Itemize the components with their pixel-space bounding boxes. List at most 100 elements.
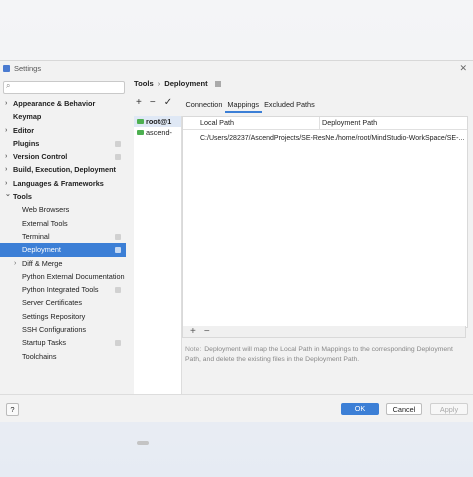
server-toolbar: + − ✓ <box>136 97 172 108</box>
tab-mappings[interactable]: Mappings <box>224 99 262 113</box>
server-icon <box>137 130 144 135</box>
help-button[interactable]: ? <box>6 403 19 416</box>
app-logo-icon <box>3 64 10 72</box>
project-scope-icon <box>115 247 121 254</box>
sidebar-item-label: Appearance & Behavior <box>13 99 96 108</box>
local-path-cell[interactable]: C:/Users/28237/AscendProjects/SE-ResNe..… <box>183 132 336 145</box>
sidebar-item-label: Languages & Frameworks <box>13 178 104 188</box>
sidebar-item-settings-repository[interactable]: Settings Repository <box>0 310 126 323</box>
sidebar-item-label: External Tools <box>22 218 68 228</box>
sidebar-item-server-certificates[interactable]: Server Certificates <box>0 296 126 309</box>
sidebar-item-label: Terminal <box>22 231 50 241</box>
note-label: Note: <box>185 346 202 353</box>
sidebar-item-label: Web Browsers <box>22 205 70 215</box>
search-input[interactable]: ⌕ <box>3 81 125 94</box>
project-scope-icon <box>214 80 221 87</box>
settings-tree: › Appearance & Behavior Keymap › Editor Plugi… <box>0 97 126 363</box>
sidebar-item-label: Diff & Merge <box>22 258 63 268</box>
deployment-path-cell[interactable]: /home/root/MindStudio-WorkSpace/SE-... <box>336 132 464 145</box>
mappings-toolbar: + − <box>182 326 466 338</box>
window-title: Settings <box>14 63 42 73</box>
mappings-table: Local Path Deployment Path C:/Users/2823… <box>182 116 468 328</box>
sidebar-item-label: Startup Tasks <box>22 338 67 348</box>
sidebar-item-label: Python External Documentation <box>22 271 125 281</box>
sidebar-item-terminal[interactable]: Terminal <box>0 230 126 243</box>
sidebar-item-label: Version Control <box>13 152 68 162</box>
server-icon <box>137 119 144 124</box>
chevron-right-icon[interactable]: › <box>5 124 7 137</box>
sidebar-item-web-browsers[interactable]: Web Browsers <box>0 203 126 216</box>
note-text: Deployment will map the Local Path in Ma… <box>185 346 453 363</box>
chevron-right-icon[interactable]: › <box>14 257 16 270</box>
title-bar: Settings ✕ <box>0 61 473 75</box>
deployment-path-header[interactable]: Deployment Path <box>320 117 377 129</box>
project-scope-icon <box>115 140 121 147</box>
sidebar-item-external-tools[interactable]: External Tools <box>0 217 126 230</box>
sidebar-item-label: SSH Configurations <box>22 325 87 335</box>
table-row[interactable]: C:/Users/28237/AscendProjects/SE-ResNe..… <box>183 132 467 145</box>
apply-button[interactable]: Apply <box>430 403 468 415</box>
sidebar-item-deployment[interactable]: Deployment <box>0 243 126 257</box>
deployment-tabs: Connection Mappings Excluded Paths <box>183 99 317 113</box>
sidebar-item-plugins[interactable]: Plugins <box>0 137 126 150</box>
deployment-panel: Tools › Deployment + − ✓ Connection Mapp… <box>131 75 473 445</box>
tab-connection[interactable]: Connection <box>183 99 225 111</box>
sidebar-item-appearance-behavior[interactable]: › Appearance & Behavior <box>0 97 126 110</box>
tab-excluded-paths[interactable]: Excluded Paths <box>262 99 318 111</box>
local-path-header[interactable]: Local Path <box>183 117 320 129</box>
sidebar-item-label: Editor <box>13 125 35 135</box>
cancel-button[interactable]: Cancel <box>386 403 422 415</box>
sidebar-item-python-integrated-tools[interactable]: Python Integrated Tools <box>0 283 126 296</box>
server-name: ascend- <box>146 128 172 137</box>
sidebar-item-label: Deployment <box>22 245 61 255</box>
server-list: root@1 ascend- <box>134 116 182 445</box>
chevron-right-icon[interactable]: › <box>5 97 7 110</box>
sidebar-item-build-execution-deployment[interactable]: › Build, Execution, Deployment <box>0 163 126 176</box>
add-mapping-button[interactable]: + <box>190 326 196 337</box>
remove-server-button[interactable]: − <box>150 97 156 108</box>
set-default-button[interactable]: ✓ <box>164 97 172 108</box>
table-header: Local Path Deployment Path <box>183 117 467 130</box>
dialog-footer: ? OK Cancel Apply <box>0 394 473 422</box>
sidebar-item-label: Plugins <box>13 138 40 148</box>
sidebar-item-diff-merge[interactable]: › Diff & Merge <box>0 257 126 270</box>
breadcrumb: Tools › Deployment <box>134 79 221 88</box>
sidebar-item-label: Python Integrated Tools <box>22 285 99 295</box>
breadcrumb-root[interactable]: Tools <box>134 79 154 88</box>
project-scope-icon <box>115 154 121 161</box>
remove-mapping-button[interactable]: − <box>204 326 210 337</box>
sidebar-item-languages-frameworks[interactable]: › Languages & Frameworks <box>0 177 126 190</box>
ok-button[interactable]: OK <box>341 403 379 415</box>
sidebar-item-label: Toolchains <box>22 351 57 361</box>
sidebar-item-python-external-documentation[interactable]: Python External Documentation <box>0 270 126 283</box>
sidebar-item-label: Tools <box>13 192 32 202</box>
sidebar-item-startup-tasks[interactable]: Startup Tasks <box>0 336 126 349</box>
server-item[interactable]: ascend- <box>134 127 181 138</box>
sidebar-item-label: Settings Repository <box>22 311 86 321</box>
settings-sidebar: ⌕ › Appearance & Behavior Keymap › Editor Plu… <box>0 81 128 421</box>
sidebar-item-label: Keymap <box>13 112 42 122</box>
sidebar-item-tools[interactable]: ⌄ Tools <box>0 190 126 203</box>
sidebar-item-label: Build, Execution, Deployment <box>13 165 116 175</box>
project-scope-icon <box>115 233 121 240</box>
horizontal-scrollbar[interactable] <box>137 441 149 445</box>
sidebar-item-label: Server Certificates <box>22 298 83 308</box>
settings-window: Settings ✕ ⌕ › Appearance & Behavior Keyma… <box>0 60 473 445</box>
breadcrumb-current: Deployment <box>164 79 208 88</box>
sidebar-item-version-control[interactable]: › Version Control <box>0 150 126 163</box>
mappings-note: Note: Deployment will map the Local Path … <box>185 345 467 364</box>
chevron-down-icon[interactable]: ⌄ <box>5 188 11 201</box>
breadcrumb-separator: › <box>157 79 161 88</box>
server-item[interactable]: root@1 <box>134 116 181 127</box>
search-icon: ⌕ <box>6 81 11 90</box>
server-name: root@1 <box>146 117 172 126</box>
close-icon[interactable]: ✕ <box>459 63 467 74</box>
sidebar-item-ssh-configurations[interactable]: SSH Configurations <box>0 323 126 336</box>
project-scope-icon <box>115 287 121 294</box>
add-server-button[interactable]: + <box>136 97 142 108</box>
chevron-right-icon[interactable]: › <box>5 150 7 163</box>
sidebar-item-editor[interactable]: › Editor <box>0 124 126 137</box>
sidebar-item-toolchains[interactable]: Toolchains <box>0 350 126 363</box>
chevron-right-icon[interactable]: › <box>5 163 7 176</box>
sidebar-item-keymap[interactable]: Keymap <box>0 110 126 123</box>
